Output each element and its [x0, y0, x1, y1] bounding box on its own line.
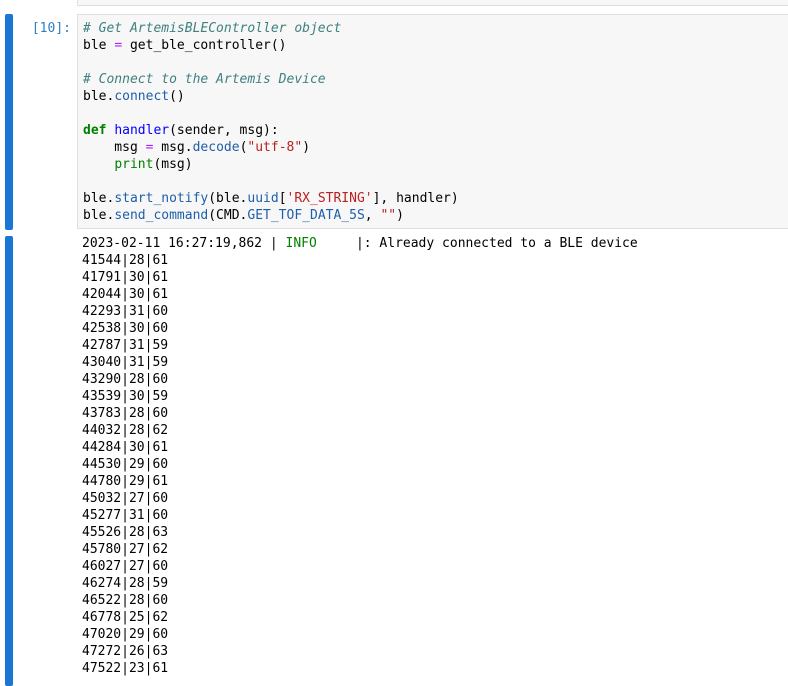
output-line: 47522|23|61 [82, 661, 169, 676]
output-line: 44032|28|62 [82, 423, 169, 438]
output-line: 42044|30|61 [82, 287, 169, 302]
log-line: 2023-02-11 16:27:19,862 | INFO |: Alread… [82, 235, 638, 252]
output-line: 47020|29|60 [82, 627, 169, 642]
execution-count: [10]: [31, 21, 71, 36]
cell-selection-bar[interactable] [5, 14, 13, 230]
code-editor[interactable]: # Get ArtemisBLEController object ble = g… [77, 14, 788, 229]
code-token: "utf-8" [247, 140, 303, 155]
output-line: 45032|27|60 [82, 491, 169, 506]
code-token: ) [302, 140, 311, 155]
code-token: ble. [83, 208, 115, 223]
code-token: msg. [153, 140, 193, 155]
output-line: 46522|28|60 [82, 593, 169, 608]
code-line: def handler(sender, msg): [83, 122, 788, 139]
code-token: () [169, 89, 185, 104]
code-token: (msg) [153, 157, 193, 172]
output-line: 46027|27|60 [82, 559, 169, 574]
output-line: 43040|31|59 [82, 355, 169, 370]
code-line: ble.send_command(CMD.GET_TOF_DATA_5S, ""… [83, 207, 788, 224]
output-line: 43290|28|60 [82, 372, 169, 387]
output-line: 42787|31|59 [82, 338, 169, 353]
code-token: (sender, msg): [169, 123, 279, 138]
code-token: , [364, 208, 381, 223]
code-token: print [114, 157, 154, 172]
code-token: ble. [83, 89, 115, 104]
code-token: send_command [114, 208, 209, 223]
code-token: decode [192, 140, 240, 155]
code-line: msg = msg.decode("utf-8") [83, 139, 788, 156]
code-token: get_ble_controller() [122, 38, 287, 53]
code-token: uuid [247, 191, 279, 206]
code-token: ble. [83, 191, 115, 206]
code-token: start_notify [114, 191, 209, 206]
cell-output: 2023-02-11 16:27:19,862 | INFO |: Alread… [82, 235, 638, 677]
code-token: 'RX_STRING' [286, 191, 373, 206]
output-line: 45277|31|60 [82, 508, 169, 523]
output-line: 47272|26|63 [82, 644, 169, 659]
output-line: 41791|30|61 [82, 270, 169, 285]
code-token: ], handler) [372, 191, 459, 206]
code-token: GET_TOF_DATA_5S [247, 208, 365, 223]
log-level: INFO [285, 236, 317, 251]
code-token: # Connect to the Artemis Device [83, 72, 326, 87]
code-token: "" [380, 208, 397, 223]
log-timestamp: 2023-02-11 16:27:19,862 | [82, 236, 286, 251]
code-token: msg [83, 140, 146, 155]
code-line: ble = get_ble_controller() [83, 37, 788, 54]
code-token: (CMD. [208, 208, 248, 223]
output-line: 45780|27|62 [82, 542, 169, 557]
log-message: |: Already connected to a BLE device [316, 236, 638, 251]
code-token: (ble. [208, 191, 248, 206]
output-line: 44780|29|61 [82, 474, 169, 489]
output-line: 46274|28|59 [82, 576, 169, 591]
output-line: 42293|31|60 [82, 304, 169, 319]
code-line: ble.start_notify(ble.uuid['RX_STRING'], … [83, 190, 788, 207]
output-line: 46778|25|62 [82, 610, 169, 625]
output-line: 42538|30|60 [82, 321, 169, 336]
output-line: 44284|30|61 [82, 440, 169, 455]
code-token: # Get ArtemisBLEController object [83, 21, 342, 36]
output-line: 41544|28|61 [82, 253, 169, 268]
output-line: 43539|30|59 [82, 389, 169, 404]
code-line: # Get ArtemisBLEController object [83, 20, 788, 37]
code-line: ble.connect() [83, 88, 788, 105]
output-collapse-bar[interactable] [5, 236, 13, 686]
code-token: connect [114, 89, 170, 104]
previous-cell[interactable] [77, 0, 788, 6]
output-line: 44530|29|60 [82, 457, 169, 472]
output-line: 43783|28|60 [82, 406, 169, 421]
code-token: ble [83, 38, 115, 53]
code-token: = [114, 38, 123, 53]
output-line: 45526|28|63 [82, 525, 169, 540]
code-token: [ [278, 191, 287, 206]
code-line: # Connect to the Artemis Device [83, 71, 788, 88]
code-token: ) [396, 208, 404, 223]
code-line: print(msg) [83, 156, 788, 173]
code-token: def [83, 123, 107, 138]
code-token: handler [114, 123, 170, 138]
